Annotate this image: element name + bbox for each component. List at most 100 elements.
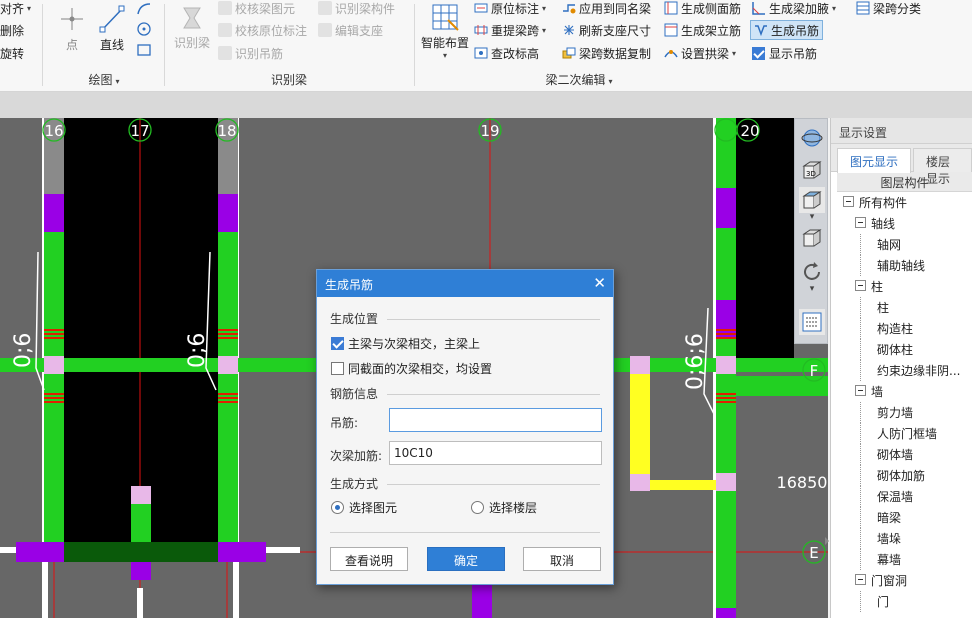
tree-connector (860, 528, 861, 549)
tree-item-label: 墙垛 (877, 532, 902, 546)
orbit-view-icon[interactable] (799, 125, 825, 151)
3d-view-icon[interactable]: 3D (799, 157, 825, 183)
front-view-icon[interactable] (799, 225, 825, 251)
tree-item[interactable]: 轴线 (837, 213, 972, 234)
select-element-radio[interactable] (331, 501, 344, 514)
set-arch-beam-button[interactable]: 设置拱梁 ▾ (664, 43, 736, 63)
gen-erection-rebar-button[interactable]: 生成架立筋 (664, 20, 741, 40)
tree-item[interactable]: 门窗洞 (837, 570, 972, 591)
tree-item[interactable]: 墙 (837, 381, 972, 402)
tree-connector (860, 318, 861, 339)
ribbon-group-draw: 点 直线 绘图 ▾ (44, 0, 164, 90)
tree-item-label: 人防门框墙 (877, 427, 938, 441)
tree-item[interactable]: 轴网 (837, 234, 972, 255)
tree-item[interactable]: 所有构件 (837, 192, 972, 213)
smart-layout-icon (432, 4, 459, 31)
collapse-icon[interactable] (843, 196, 854, 207)
smart-layout-button[interactable]: 智能布置 ▾ (418, 2, 472, 60)
tree-item[interactable]: 保温墙 (837, 486, 972, 507)
section-method-label: 生成方式 (330, 477, 379, 491)
rotate-button[interactable]: 旋转 (0, 43, 24, 63)
radio-select-element[interactable]: 选择图元 (331, 499, 397, 516)
beam-label-mid: 0;6 (185, 333, 210, 368)
arc-tool-icon[interactable] (136, 2, 152, 19)
draw-point-button[interactable]: 点 (54, 4, 90, 53)
help-button[interactable]: 查看说明 (330, 547, 408, 571)
check-beam-icon (218, 1, 232, 15)
haunch-icon (752, 2, 765, 15)
rotate-dropdown-icon[interactable]: ▾ (799, 283, 825, 295)
check-elevation-button[interactable]: 查改标高 (474, 43, 539, 63)
hanger-input[interactable] (389, 408, 602, 432)
tree-item[interactable]: 幕墙 (837, 549, 972, 570)
divider (330, 532, 600, 533)
gen-haunch-button[interactable]: 生成梁加腋 ▾ (752, 0, 836, 18)
tab-floor-display[interactable]: 楼层显示 (913, 148, 972, 186)
identify-beam-button[interactable]: 识别梁 (170, 4, 214, 51)
delete-button[interactable]: 删除 (0, 20, 24, 40)
secondary-rebar-input[interactable] (389, 441, 602, 465)
radio-select-floor[interactable]: 选择楼层 (471, 499, 537, 516)
tree-item-label: 砌体柱 (877, 343, 914, 357)
identify-hanger-button[interactable]: 识别吊筋 (218, 43, 283, 63)
gen-side-rebar-button[interactable]: 生成侧面筋 (664, 0, 741, 18)
identify-beam-icon (183, 7, 201, 29)
gen-hanger-button[interactable]: 生成吊筋 (750, 20, 824, 40)
tree-item-label: 柱 (877, 301, 890, 315)
view-dropdown-icon[interactable]: ▾ (799, 211, 825, 223)
option-same-section[interactable]: 同截面的次梁相交，均设置 (331, 360, 492, 377)
tab-element-display[interactable]: 图元显示 (837, 148, 912, 173)
edit-support-button[interactable]: 编辑支座 (318, 20, 383, 40)
tree-item[interactable]: 暗梁 (837, 507, 972, 528)
cancel-button[interactable]: 取消 (523, 547, 601, 571)
align-button[interactable]: 对齐 ▾ (0, 0, 31, 18)
close-icon[interactable]: ✕ (593, 274, 606, 292)
tree-item[interactable]: 柱 (837, 276, 972, 297)
check-annotation-button[interactable]: 校核原位标注 (218, 20, 307, 40)
tree-item[interactable]: 构造柱 (837, 318, 972, 339)
show-hanger-checkbox[interactable] (752, 46, 765, 60)
rotate-view-icon[interactable] (799, 259, 825, 285)
top-view-icon[interactable] (799, 187, 825, 213)
collapse-icon[interactable] (855, 217, 866, 228)
refresh-support-button[interactable]: 刷新支座尺寸 (562, 20, 651, 40)
apply-same-name-button[interactable]: 应用到同名梁 (562, 0, 651, 18)
ribbon-group-modify: 对齐 ▾ 删除 旋转 (0, 0, 38, 90)
collapse-icon[interactable] (855, 385, 866, 396)
tree-item[interactable]: 约束边缘非阴... (837, 360, 972, 381)
secondary-rebar-label: 次梁加筋: (330, 449, 383, 463)
identify-beam-component-button[interactable]: 识别梁构件 (318, 0, 395, 18)
check-beam-button[interactable]: 校核梁图元 (218, 0, 295, 18)
tree-item[interactable]: 门 (837, 591, 972, 612)
layer-view-icon[interactable] (799, 309, 825, 335)
collapse-icon[interactable] (855, 574, 866, 585)
tree-item[interactable]: 人防门框墙 (837, 423, 972, 444)
in-situ-annotation-button[interactable]: 原位标注 ▾ (474, 0, 546, 18)
tree-item-label: 保温墙 (877, 490, 914, 504)
main-beam-checkbox[interactable] (331, 337, 344, 350)
collapse-icon[interactable] (855, 280, 866, 291)
span-classify-button[interactable]: 梁跨分类 (856, 0, 921, 18)
tree-item-label: 辅助轴线 (877, 259, 926, 273)
ok-button[interactable]: 确定 (427, 547, 505, 571)
tree-item-label: 所有构件 (859, 196, 908, 210)
tree-item[interactable]: 砌体墙 (837, 444, 972, 465)
rect-tool-icon[interactable] (136, 43, 152, 60)
tree-connector (860, 402, 861, 423)
tree-item[interactable]: 剪力墙 (837, 402, 972, 423)
tree-item[interactable]: 墙垛 (837, 528, 972, 549)
tree-item[interactable]: 砌体加筋 (837, 465, 972, 486)
tree-item[interactable]: 柱 (837, 297, 972, 318)
same-section-checkbox[interactable] (331, 362, 344, 375)
circle-tool-icon[interactable] (136, 21, 152, 40)
tree-item[interactable]: 砌体柱 (837, 339, 972, 360)
draw-line-button[interactable]: 直线 (94, 4, 130, 53)
tree-item[interactable]: 辅助轴线 (837, 255, 972, 276)
option-main-beam[interactable]: 主梁与次梁相交，主梁上 (331, 335, 480, 352)
dimension-text: 16850 (777, 473, 828, 492)
reextract-span-button[interactable]: 重提梁跨 ▾ (474, 20, 546, 40)
select-floor-radio[interactable] (471, 501, 484, 514)
edit-support-icon (318, 23, 332, 37)
span-data-copy-button[interactable]: 梁跨数据复制 (562, 43, 651, 63)
show-hanger-toggle[interactable]: 显示吊筋 (752, 43, 817, 63)
